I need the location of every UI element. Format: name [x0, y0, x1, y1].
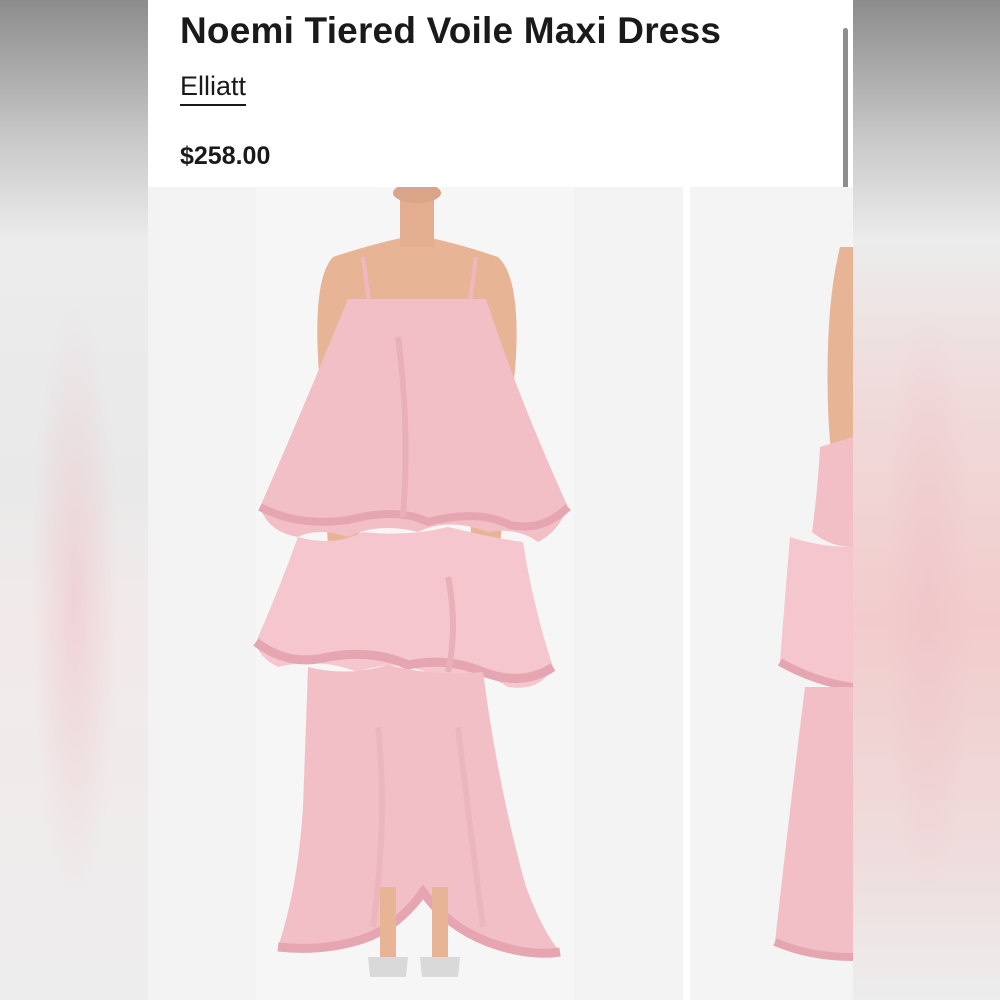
blurred-backdrop-right: [853, 0, 1000, 1000]
product-image-main[interactable]: [148, 187, 683, 1000]
product-image-carousel[interactable]: [148, 187, 853, 1000]
product-image-next[interactable]: [690, 187, 853, 1000]
dress-side-illustration: [690, 187, 853, 1000]
dress-front-illustration: [148, 187, 683, 1000]
product-title: Noemi Tiered Voile Maxi Dress: [180, 10, 722, 51]
brand-link[interactable]: Elliatt: [180, 70, 247, 106]
product-price: $258.00: [180, 142, 271, 170]
product-page[interactable]: Noemi Tiered Voile Maxi Dress Elliatt $2…: [148, 0, 853, 1000]
blurred-backdrop-left: [0, 0, 148, 1000]
